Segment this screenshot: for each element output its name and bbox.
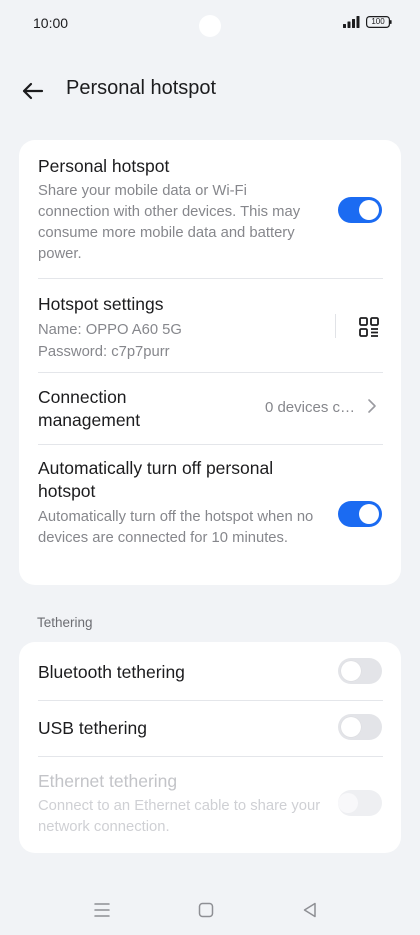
status-time: 10:00 (33, 15, 69, 31)
personal-hotspot-description: Share your mobile data or Wi-Fi connecti… (38, 183, 301, 262)
bluetooth-tethering-toggle[interactable] (338, 658, 382, 684)
personal-hotspot-toggle[interactable] (338, 197, 382, 223)
hotspot-settings-card: Personal hotspot Share your mobile data … (19, 140, 401, 585)
back-triangle-icon[interactable] (300, 900, 320, 920)
ethernet-tethering-title: Ethernet tethering (38, 771, 178, 791)
qr-code-icon[interactable] (358, 316, 380, 338)
personal-hotspot-title: Personal hotspot (38, 156, 170, 176)
battery-icon: 100 (366, 16, 392, 28)
ethernet-tethering-toggle (338, 790, 382, 816)
auto-turn-off-title: Automatically turn off personal hotspot (38, 458, 274, 501)
camera-cutout (199, 15, 221, 37)
ethernet-tethering-row: Ethernet tethering Connect to an Etherne… (19, 756, 401, 853)
auto-turn-off-description: Automatically turn off the hotspot when … (38, 509, 314, 546)
bluetooth-tethering-title: Bluetooth tethering (38, 662, 185, 682)
menu-icon[interactable] (92, 900, 112, 920)
hotspot-password: Password: c7p7purr (38, 344, 170, 360)
usb-tethering-title: USB tethering (38, 718, 147, 738)
battery-level: 100 (371, 17, 385, 26)
page-header: Personal hotspot (0, 64, 420, 118)
system-nav-bar (0, 890, 420, 930)
home-square-icon[interactable] (196, 900, 216, 920)
chevron-right-icon (368, 399, 376, 413)
connection-count-value: 0 devices c… (264, 399, 355, 416)
tethering-section-label: Tethering (37, 615, 93, 630)
auto-turn-off-toggle[interactable] (338, 501, 382, 527)
arrow-left-icon[interactable] (18, 76, 48, 106)
tethering-card: Bluetooth tethering USB tethering Ethern… (19, 642, 401, 853)
status-bar: 10:00 100 (0, 0, 420, 48)
connection-management-title: Connection management (38, 387, 141, 430)
usb-tethering-row[interactable]: USB tethering (19, 700, 401, 756)
separator-line (335, 314, 336, 338)
ethernet-tethering-description: Connect to an Ethernet cable to share yo… (38, 798, 321, 835)
page-title: Personal hotspot (66, 77, 217, 99)
connection-management-row[interactable]: Connection management 0 devices c… (19, 372, 401, 444)
personal-hotspot-row[interactable]: Personal hotspot Share your mobile data … (19, 140, 401, 278)
bluetooth-tethering-row[interactable]: Bluetooth tethering (19, 642, 401, 700)
auto-turn-off-row[interactable]: Automatically turn off personal hotspot … (19, 444, 401, 585)
usb-tethering-toggle[interactable] (338, 714, 382, 740)
signal-bars-icon (343, 16, 360, 28)
hotspot-settings-row[interactable]: Hotspot settings Name: OPPO A60 5G Passw… (19, 278, 401, 372)
hotspot-settings-title: Hotspot settings (38, 294, 164, 314)
hotspot-name: Name: OPPO A60 5G (38, 322, 182, 338)
